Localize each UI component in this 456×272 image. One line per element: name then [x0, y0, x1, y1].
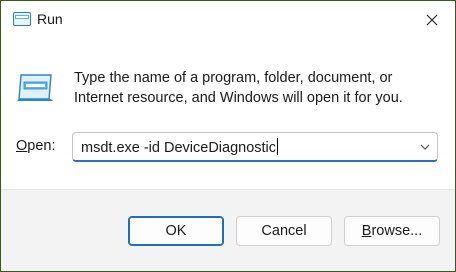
run-icon: [13, 12, 31, 26]
window-title: Run: [37, 11, 63, 27]
browse-button[interactable]: Browse...: [344, 216, 440, 246]
browse-label: rowse...: [371, 223, 423, 239]
open-command-combobox[interactable]: msdt.exe -id DeviceDiagnostic: [72, 132, 438, 162]
run-app-icon: [17, 74, 53, 101]
browse-accesskey: B: [361, 223, 372, 239]
dialog-footer: OK Cancel Browse...: [1, 189, 455, 271]
close-icon: [426, 14, 438, 26]
run-dialog: Run Type the name of a program, folder, …: [0, 0, 456, 272]
cancel-button[interactable]: Cancel: [236, 216, 332, 246]
dialog-description: Type the name of a program, folder, docu…: [74, 70, 403, 106]
text-caret: [277, 138, 279, 155]
ok-button[interactable]: OK: [128, 216, 224, 246]
title-bar[interactable]: Run: [1, 1, 455, 39]
open-label: Open:: [16, 138, 56, 154]
open-command-input[interactable]: msdt.exe -id DeviceDiagnostic: [81, 138, 279, 156]
command-text: msdt.exe -id DeviceDiagnostic: [81, 140, 277, 156]
dialog-content: Type the name of a program, folder, docu…: [1, 39, 455, 189]
open-label-text: pen:: [27, 138, 56, 154]
chevron-down-icon[interactable]: [419, 141, 431, 153]
open-label-accesskey: O: [16, 138, 28, 154]
close-button[interactable]: [409, 1, 455, 39]
